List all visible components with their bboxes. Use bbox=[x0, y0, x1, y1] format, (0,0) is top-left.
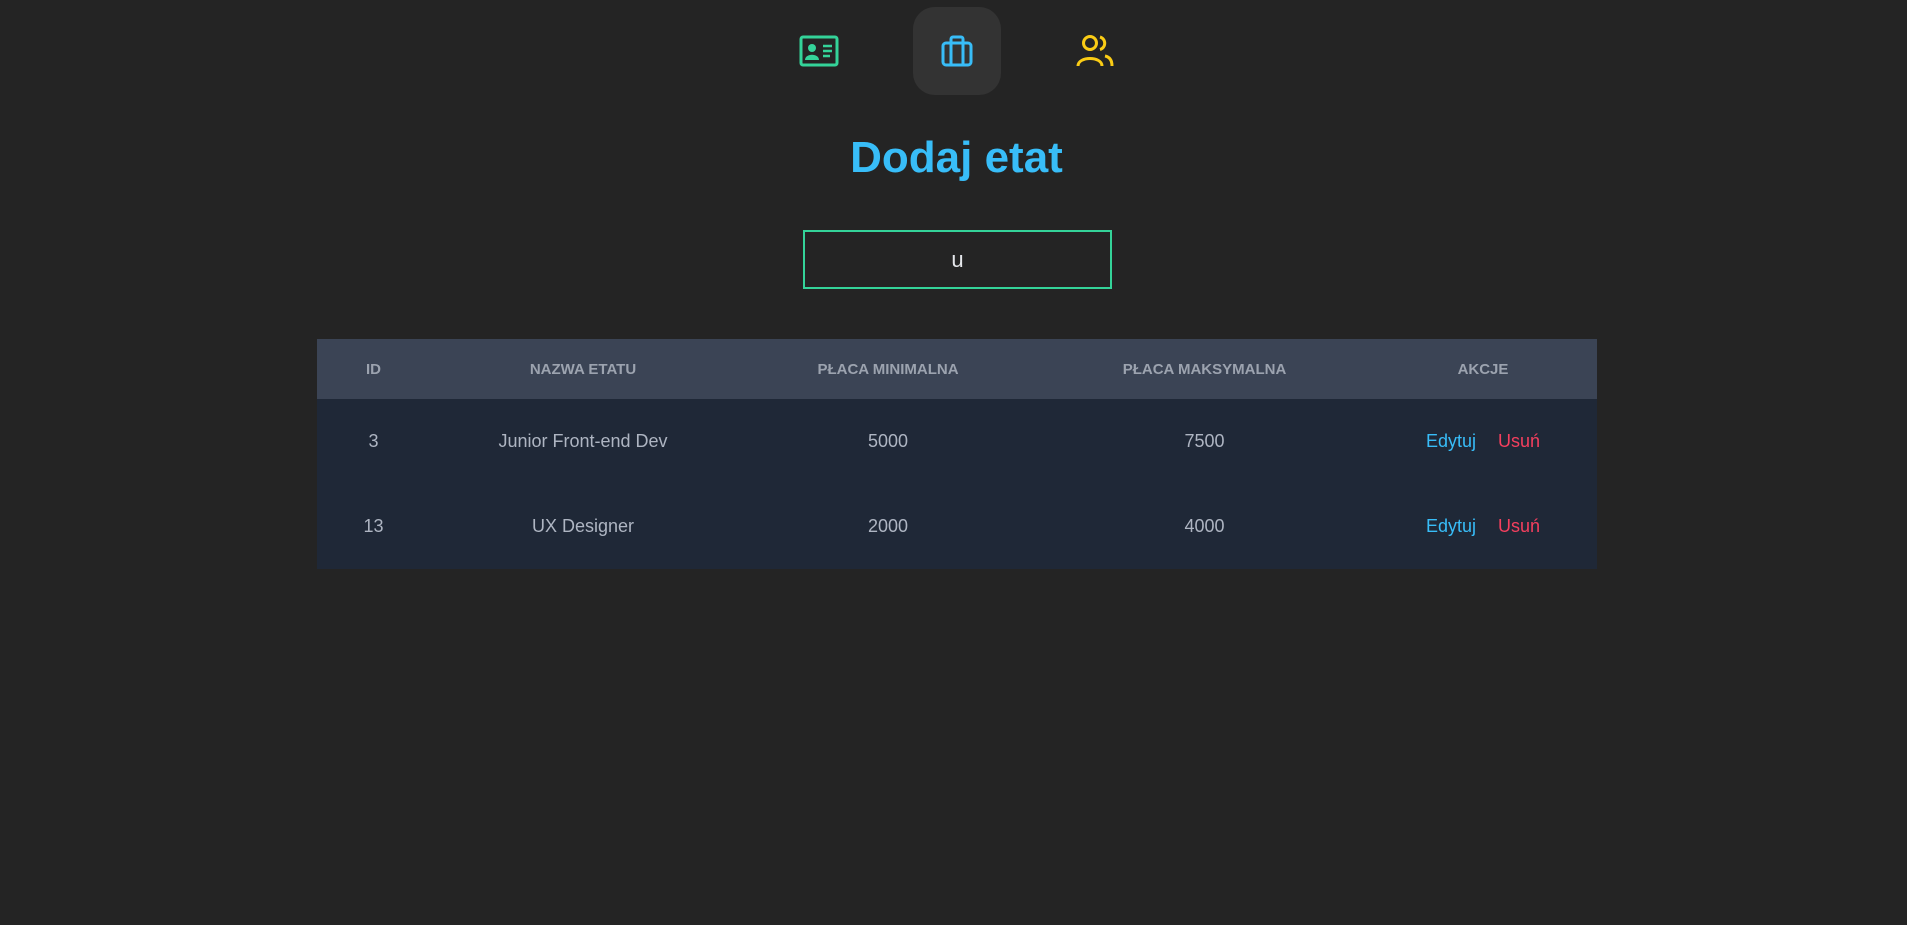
page-title: Dodaj etat bbox=[850, 133, 1063, 182]
edit-button[interactable]: Edytuj bbox=[1426, 431, 1476, 452]
cell-actions: Edytuj Usuń bbox=[1369, 484, 1597, 569]
nav-employees-button[interactable] bbox=[775, 7, 863, 95]
page: Dodaj etat ID NAZWA ETATU PŁACA MINIMALN… bbox=[0, 0, 1907, 925]
header-name: NAZWA ETATU bbox=[529, 360, 637, 378]
delete-button[interactable]: Usuń bbox=[1498, 431, 1540, 452]
table-row: 3 Junior Front-end Dev 5000 7500 Edytuj U… bbox=[317, 399, 1597, 484]
positions-table-container: ID NAZWA ETATU PŁACA MINIMALNA PŁACA MAK… bbox=[317, 339, 1597, 569]
header-min-salary: PŁACA MINIMALNA bbox=[817, 360, 959, 378]
nav-teams-button[interactable] bbox=[1051, 7, 1139, 95]
top-nav bbox=[0, 7, 1907, 95]
search-input[interactable] bbox=[803, 230, 1112, 289]
cell-actions: Edytuj Usuń bbox=[1369, 399, 1597, 484]
header-max-salary: PŁACA MAKSYMALNA bbox=[1122, 360, 1287, 378]
cell-max-salary: 7500 bbox=[1184, 431, 1225, 451]
search-container bbox=[803, 230, 1112, 289]
header-actions: AKCJE bbox=[1457, 360, 1509, 378]
cell-name: Junior Front-end Dev bbox=[498, 431, 668, 451]
positions-table: ID NAZWA ETATU PŁACA MINIMALNA PŁACA MAK… bbox=[317, 339, 1597, 569]
table-row: 13 UX Designer 2000 4000 Edytuj Usuń bbox=[317, 484, 1597, 569]
cell-min-salary: 5000 bbox=[867, 431, 909, 451]
delete-button[interactable]: Usuń bbox=[1498, 516, 1540, 537]
cell-name: UX Designer bbox=[531, 516, 635, 536]
nav-positions-button[interactable] bbox=[913, 7, 1001, 95]
cell-min-salary: 2000 bbox=[867, 516, 909, 536]
edit-button[interactable]: Edytuj bbox=[1426, 516, 1476, 537]
cell-max-salary: 4000 bbox=[1184, 516, 1225, 536]
briefcase-icon bbox=[940, 34, 974, 68]
users-icon bbox=[1075, 33, 1115, 69]
table-header-row: ID NAZWA ETATU PŁACA MINIMALNA PŁACA MAK… bbox=[317, 339, 1597, 399]
cell-id: 3 bbox=[368, 431, 379, 451]
cell-id: 13 bbox=[363, 516, 384, 536]
header-id: ID bbox=[366, 360, 381, 378]
id-card-icon bbox=[799, 35, 839, 67]
